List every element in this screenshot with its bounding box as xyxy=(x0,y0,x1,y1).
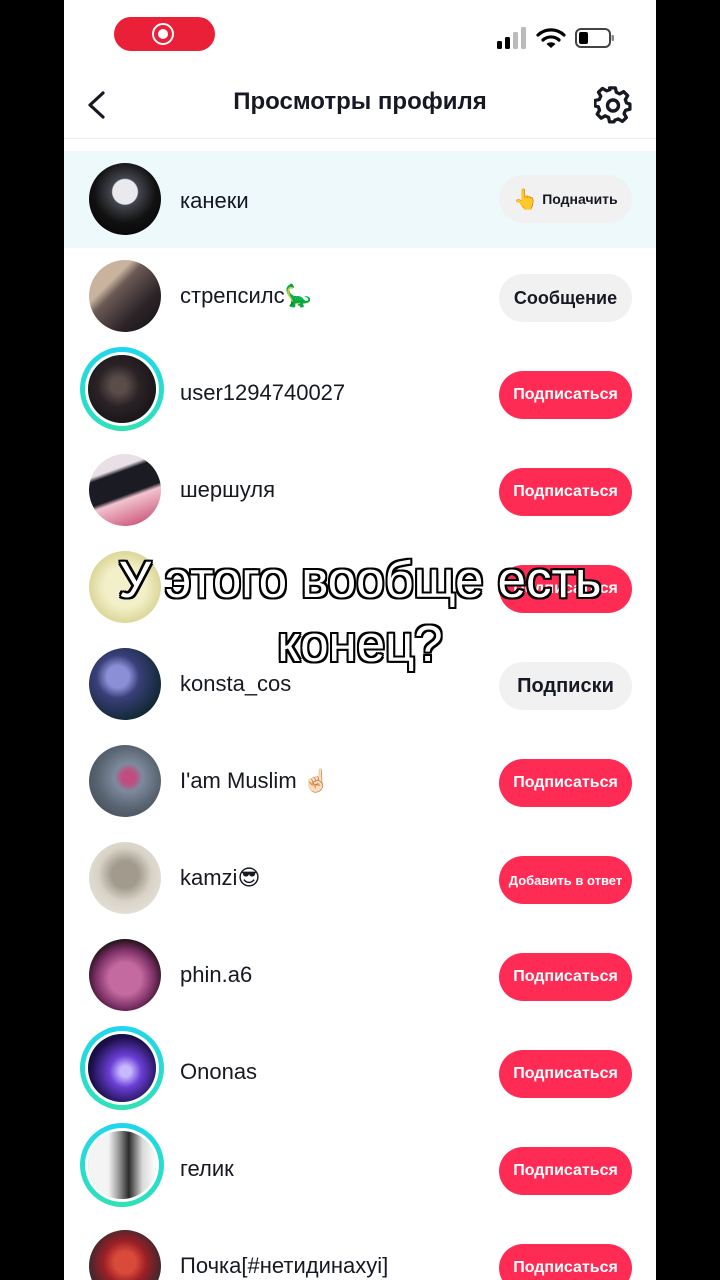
list-item[interactable]: Ononas Подписаться xyxy=(64,1024,656,1121)
list-item[interactable]: phin.a6 Подписаться xyxy=(64,927,656,1024)
caption-line: конец? xyxy=(276,614,443,673)
avatar[interactable] xyxy=(89,842,161,914)
record-icon xyxy=(152,23,174,45)
list-item[interactable]: I'am Muslim ☝🏻 Подписаться xyxy=(64,733,656,830)
screen-recording-indicator[interactable] xyxy=(114,17,215,51)
caption-line: У этого вообще есть xyxy=(118,550,603,609)
follow-button[interactable]: Подписаться xyxy=(499,1050,632,1098)
avatar[interactable] xyxy=(89,939,161,1011)
avatar[interactable] xyxy=(89,1230,161,1280)
username[interactable]: шершуля xyxy=(180,477,275,503)
follow-button[interactable]: Подписаться xyxy=(499,953,632,1001)
avatar[interactable] xyxy=(89,745,161,817)
username[interactable]: kamzi😎 xyxy=(180,865,260,891)
list-item[interactable]: канеки 👆 Подначить xyxy=(64,151,656,248)
list-item[interactable]: шершуля Подписаться xyxy=(64,442,656,539)
username[interactable]: I'am Muslim ☝🏻 xyxy=(180,768,330,794)
username[interactable]: гелик xyxy=(180,1156,234,1182)
username[interactable]: канеки xyxy=(180,188,249,214)
page-title: Просмотры профиля xyxy=(233,88,487,115)
username[interactable]: user1294740027 xyxy=(180,380,345,406)
username[interactable]: Ononas xyxy=(180,1059,257,1085)
follow-button[interactable]: Подписаться xyxy=(499,759,632,807)
follow-button[interactable]: Подписаться xyxy=(499,371,632,419)
wifi-icon xyxy=(536,28,566,48)
message-button[interactable]: Сообщение xyxy=(499,274,632,322)
list-item[interactable]: kamzi😎 Добавить в ответ xyxy=(64,830,656,927)
avatar[interactable] xyxy=(88,1034,156,1102)
avatar[interactable] xyxy=(89,260,161,332)
add-to-reply-button[interactable]: Добавить в ответ xyxy=(499,856,632,904)
follow-button[interactable]: Подписаться xyxy=(499,1147,632,1195)
avatar[interactable] xyxy=(89,163,161,235)
follow-button[interactable]: Подписаться xyxy=(499,1244,632,1280)
username[interactable]: Почка[#нетидинахуi] xyxy=(180,1253,388,1279)
username[interactable]: стрепсилс🦕 xyxy=(180,283,312,309)
video-caption-overlay: У этого вообще есть конец? xyxy=(0,548,720,676)
nav-header: Просмотры профиля xyxy=(64,68,656,139)
list-item[interactable]: Почка[#нетидинахуi] Подписаться xyxy=(64,1218,656,1280)
username[interactable]: phin.a6 xyxy=(180,962,252,988)
poke-button[interactable]: 👆 Подначить xyxy=(499,175,632,223)
gear-icon[interactable] xyxy=(594,86,632,124)
list-item[interactable]: гелик Подписаться xyxy=(64,1121,656,1218)
avatar[interactable] xyxy=(89,454,161,526)
battery-icon xyxy=(575,28,614,48)
avatar[interactable] xyxy=(88,355,156,423)
follow-button[interactable]: Подписаться xyxy=(499,468,632,516)
cellular-signal-icon xyxy=(497,27,529,49)
list-item[interactable]: user1294740027 Подписаться xyxy=(64,345,656,442)
avatar[interactable] xyxy=(88,1131,156,1199)
pointing-hand-icon: 👆 xyxy=(513,188,539,211)
list-item[interactable]: стрепсилс🦕 Сообщение xyxy=(64,248,656,345)
